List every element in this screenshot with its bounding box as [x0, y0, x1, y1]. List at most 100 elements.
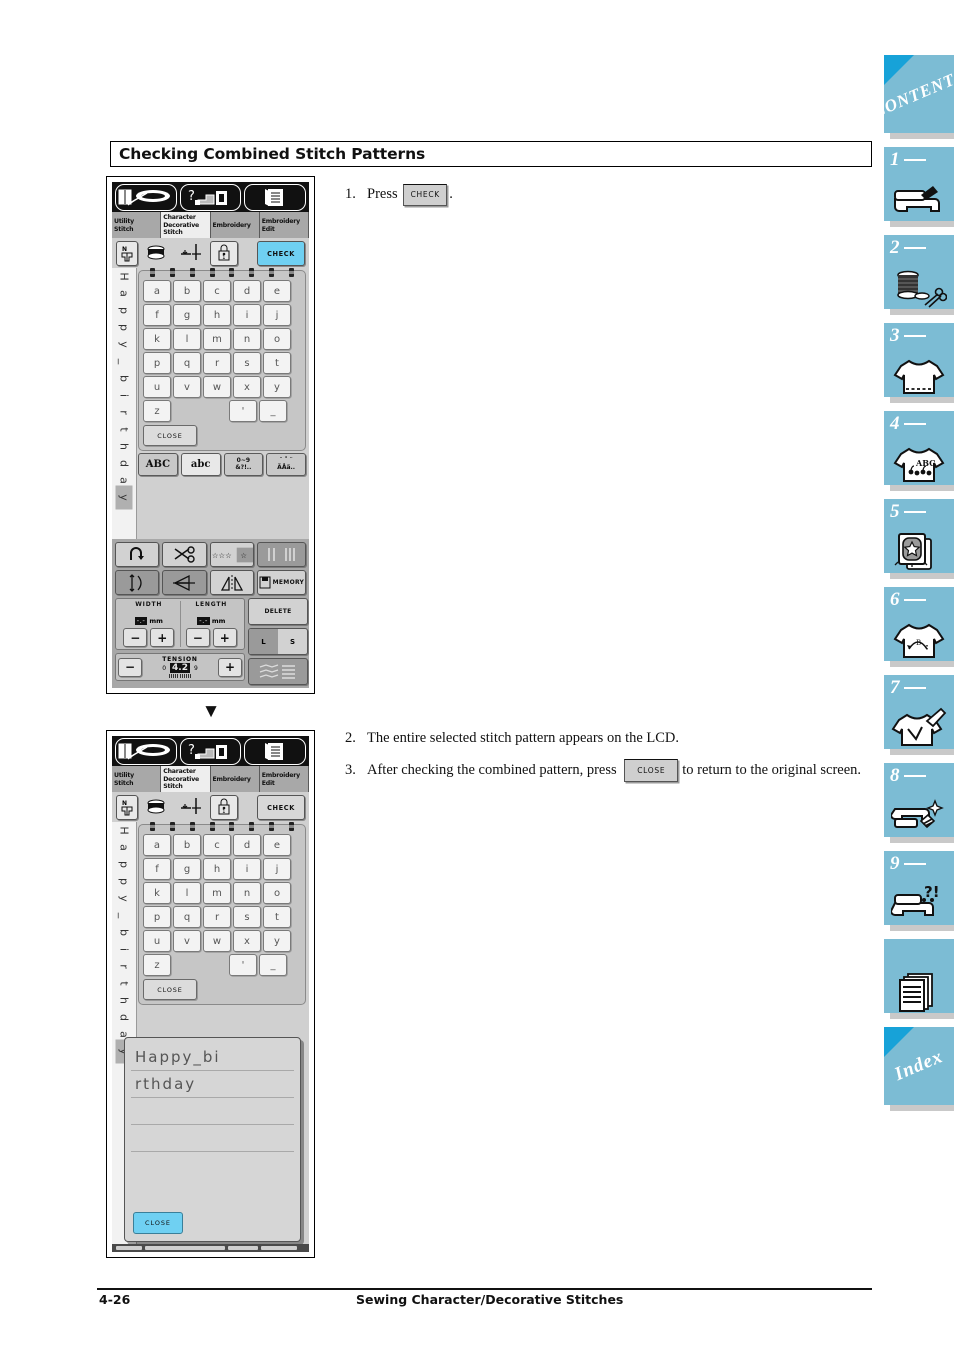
needle-position-icon[interactable]: [176, 241, 206, 265]
keyboard-key-apostrophe[interactable]: ': [229, 954, 257, 976]
stitch-density-icon[interactable]: [248, 658, 308, 685]
side-tab-chapter-8[interactable]: 8: [884, 763, 954, 837]
keyboard-key-e[interactable]: e: [263, 834, 291, 856]
memory-button[interactable]: MEMORY: [256, 570, 306, 595]
tab-utility-stitch[interactable]: Utility Stitch: [112, 212, 162, 238]
inline-check-button[interactable]: CHECK: [403, 183, 448, 206]
side-tab-chapter-2[interactable]: 2: [884, 235, 954, 309]
lock-key-icon[interactable]: 1: [210, 794, 238, 820]
keyboard-key-h[interactable]: h: [203, 858, 231, 880]
keyboard-key-s[interactable]: s: [233, 352, 261, 374]
keyboard-key-n[interactable]: n: [233, 882, 261, 904]
charset-accented-button[interactable]: ¨ ˚ ¨ ÄÅä..: [266, 453, 306, 476]
keyboard-key-t[interactable]: t: [263, 352, 291, 374]
horizontal-mirror-icon[interactable]: [162, 570, 207, 595]
keyboard-key-u[interactable]: u: [143, 376, 171, 398]
keyboard-key-q[interactable]: q: [173, 906, 201, 928]
keyboard-key-m[interactable]: m: [203, 882, 231, 904]
book-needle-icon[interactable]: [115, 737, 177, 765]
delete-button[interactable]: DELETE: [248, 598, 308, 625]
elongation-icon[interactable]: [115, 570, 160, 595]
keyboard-key-i[interactable]: i: [233, 858, 261, 880]
keyboard-key-n[interactable]: n: [233, 328, 261, 350]
keyboard-key-o[interactable]: o: [263, 328, 291, 350]
charset-uppercase-button[interactable]: ABC: [138, 453, 178, 476]
question-machine-icon[interactable]: ?: [179, 737, 242, 765]
thread-cutter-icon[interactable]: [162, 542, 207, 567]
keyboard-key-y[interactable]: y: [263, 376, 291, 398]
side-tab-chapter-7[interactable]: 7: [884, 675, 954, 749]
keyboard-key-z[interactable]: z: [143, 400, 171, 422]
keyboard-key-l[interactable]: l: [173, 328, 201, 350]
question-machine-icon[interactable]: ?: [179, 183, 242, 211]
keyboard-key-k[interactable]: k: [143, 882, 171, 904]
size-large-button[interactable]: L: [249, 629, 278, 654]
presser-foot-n-icon[interactable]: N: [116, 794, 138, 820]
keyboard-key-w[interactable]: w: [203, 376, 231, 398]
keyboard-key-x[interactable]: x: [233, 930, 261, 952]
keyboard-key-i[interactable]: i: [233, 304, 261, 326]
keyboard-key-j[interactable]: j: [263, 304, 291, 326]
tab-embroidery-edit[interactable]: Embroidery Edit: [259, 766, 309, 792]
length-minus-button[interactable]: −: [185, 628, 210, 647]
tab-embroidery[interactable]: Embroidery: [210, 212, 260, 238]
book-needle-icon[interactable]: [115, 183, 177, 211]
keyboard-key-c[interactable]: c: [203, 834, 231, 856]
tab-utility-stitch[interactable]: Utility Stitch: [112, 766, 162, 792]
keyboard-key-b[interactable]: b: [173, 280, 201, 302]
length-plus-button[interactable]: +: [212, 628, 237, 647]
keyboard-key-k[interactable]: k: [143, 328, 171, 350]
keyboard-key-y[interactable]: y: [263, 930, 291, 952]
popup-close-button[interactable]: CLOSE: [133, 1212, 183, 1234]
side-tab-chapter-6[interactable]: 6 B: [884, 587, 954, 661]
keyboard-key-apostrophe[interactable]: ': [229, 400, 257, 422]
twin-needle-icon[interactable]: [256, 542, 306, 567]
keyboard-key-l[interactable]: l: [173, 882, 201, 904]
needle-position-icon[interactable]: [176, 795, 206, 819]
side-tab-index[interactable]: Index: [884, 1027, 954, 1105]
keyboard-key-c[interactable]: c: [203, 280, 231, 302]
vertical-mirror-icon[interactable]: [209, 570, 254, 595]
keyboard-close-button[interactable]: CLOSE: [143, 979, 197, 1000]
tension-minus-button[interactable]: −: [118, 657, 142, 677]
keyboard-key-w[interactable]: w: [203, 930, 231, 952]
keyboard-key-g[interactable]: g: [173, 304, 201, 326]
bobbin-icon[interactable]: [142, 241, 172, 265]
side-tab-contents[interactable]: CONTENTS: [870, 55, 954, 133]
keyboard-key-p[interactable]: p: [143, 906, 171, 928]
tab-embroidery[interactable]: Embroidery: [210, 766, 260, 792]
side-tab-chapter-4[interactable]: 4 ABC: [884, 411, 954, 485]
check-button[interactable]: CHECK: [257, 795, 305, 820]
keyboard-key-o[interactable]: o: [263, 882, 291, 904]
keyboard-key-f[interactable]: f: [143, 858, 171, 880]
keyboard-key-v[interactable]: v: [173, 376, 201, 398]
keyboard-key-x[interactable]: x: [233, 376, 261, 398]
keyboard-key-q[interactable]: q: [173, 352, 201, 374]
side-tab-chapter-5[interactable]: 5: [884, 499, 954, 573]
tab-embroidery-edit[interactable]: Embroidery Edit: [259, 212, 309, 238]
charset-symbols-button[interactable]: 0~9 &?!..: [223, 453, 264, 476]
keyboard-key-d[interactable]: d: [233, 834, 261, 856]
keyboard-key-f[interactable]: f: [143, 304, 171, 326]
keyboard-key-e[interactable]: e: [263, 280, 291, 302]
keyboard-key-b[interactable]: b: [173, 834, 201, 856]
stipple-stitch-icon[interactable]: ☆☆☆ ☆: [209, 542, 254, 567]
lock-key-icon[interactable]: 1: [210, 240, 238, 266]
keyboard-key-z[interactable]: z: [143, 954, 171, 976]
size-small-button[interactable]: S: [278, 629, 307, 654]
keyboard-key-a[interactable]: a: [143, 834, 171, 856]
keyboard-key-a[interactable]: a: [143, 280, 171, 302]
inline-close-button[interactable]: CLOSE: [624, 759, 679, 783]
size-selector[interactable]: L S: [248, 628, 308, 655]
tension-plus-button[interactable]: +: [218, 657, 242, 677]
side-tab-appendix[interactable]: [884, 939, 954, 1013]
keyboard-key-s[interactable]: s: [233, 906, 261, 928]
width-minus-button[interactable]: −: [123, 628, 148, 647]
keyboard-key-v[interactable]: v: [173, 930, 201, 952]
check-button[interactable]: CHECK: [257, 241, 305, 266]
keyboard-key-t[interactable]: t: [263, 906, 291, 928]
keyboard-key-u[interactable]: u: [143, 930, 171, 952]
keyboard-key-r[interactable]: r: [203, 352, 231, 374]
side-tab-chapter-1[interactable]: 1: [884, 147, 954, 221]
keyboard-key-underscore[interactable]: _: [259, 400, 287, 422]
